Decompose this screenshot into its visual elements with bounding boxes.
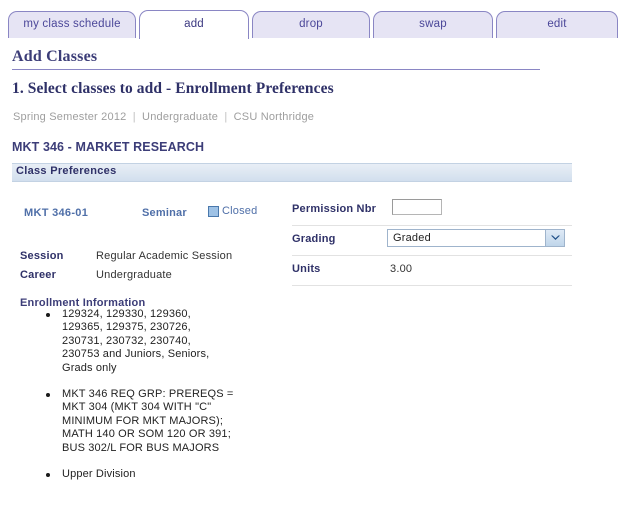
class-section-link[interactable]: MKT 346-01 <box>24 207 88 219</box>
breadcrumb-career: Undergraduate <box>142 111 219 123</box>
permission-nbr-label: Permission Nbr <box>292 203 377 215</box>
session-value: Regular Academic Session <box>96 250 233 262</box>
tab-edit-label: edit <box>547 18 567 30</box>
breadcrumb-term: Spring Semester 2012 <box>13 111 127 123</box>
class-component-label: Seminar <box>142 207 187 219</box>
class-preferences-form: Permission Nbr Grading Graded Units 3.00 <box>292 196 572 286</box>
grading-label: Grading <box>292 233 336 245</box>
career-label: Career <box>20 269 57 281</box>
enrollment-information-list: 129324, 129330, 129360, 129365, 129375, … <box>44 308 274 494</box>
grading-selected-value: Graded <box>393 232 431 244</box>
grading-row: Grading Graded <box>292 226 572 256</box>
list-item: Upper Division <box>44 468 274 481</box>
breadcrumb-institution: CSU Northridge <box>233 111 315 123</box>
closed-square-icon <box>208 205 219 217</box>
tab-drop[interactable]: drop <box>252 11 370 38</box>
tab-my-class-schedule[interactable]: my class schedule <box>8 11 136 38</box>
tab-drop-label: drop <box>299 18 323 30</box>
list-item: 129324, 129330, 129360, 129365, 129375, … <box>44 308 274 375</box>
grading-select[interactable]: Graded <box>387 229 565 247</box>
units-value: 3.00 <box>390 263 413 275</box>
tab-bar-baseline <box>0 38 624 40</box>
tab-edit[interactable]: edit <box>496 11 618 38</box>
form-divider <box>292 285 572 286</box>
tab-bar: my class schedule add drop swap edit <box>0 0 624 40</box>
tab-swap[interactable]: swap <box>373 11 493 38</box>
breadcrumb-separator-2: | <box>224 111 228 123</box>
tab-add[interactable]: add <box>139 10 249 39</box>
tab-add-label: add <box>184 18 204 30</box>
tab-swap-label: swap <box>419 18 447 30</box>
breadcrumb-separator-1: | <box>132 111 136 123</box>
class-preferences-title: Class Preferences <box>16 165 117 177</box>
class-status-label: Closed <box>222 205 258 217</box>
list-item: MKT 346 REQ GRP: PREREQS = MKT 304 (MKT … <box>44 388 274 455</box>
permission-nbr-row: Permission Nbr <box>292 196 572 226</box>
page-title-divider <box>12 69 540 70</box>
course-title: MKT 346 - MARKET RESEARCH <box>12 140 205 154</box>
step-heading: 1. Select classes to add - Enrollment Pr… <box>12 80 334 97</box>
chevron-down-icon[interactable] <box>545 230 564 246</box>
career-value: Undergraduate <box>96 269 172 281</box>
breadcrumb: Spring Semester 2012 | Undergraduate | C… <box>13 111 314 123</box>
units-row: Units 3.00 <box>292 256 572 286</box>
session-label: Session <box>20 250 64 262</box>
page-title: Add Classes <box>12 48 98 65</box>
class-status: Closed <box>208 205 257 217</box>
tab-my-class-schedule-label: my class schedule <box>23 18 121 30</box>
units-label: Units <box>292 263 321 275</box>
permission-nbr-input[interactable] <box>392 199 442 215</box>
